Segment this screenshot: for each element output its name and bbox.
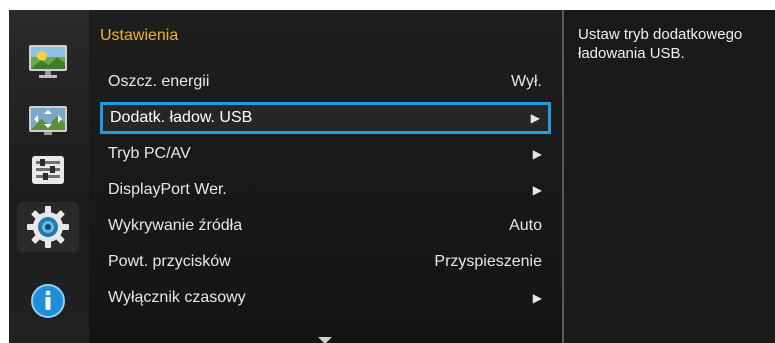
menu-item-label: Oszcz. energii [108,73,210,90]
menu-item-label: Wykrywanie źródła [108,217,243,234]
menu-title: Ustawienia [100,27,179,44]
menu-item-label: Tryb PC/AV [108,145,191,162]
menu-list: Oszcz. energii Wył. Dodatk. ładow. USB ▶… [89,66,562,318]
picture-icon[interactable] [23,40,73,82]
chevron-right-icon: ▶ [532,147,542,161]
menu-item-displayport-ver[interactable]: DisplayPort Wer. ▶ [101,174,550,206]
settings-menu: Ustawienia Oszcz. energii Wył. Dodatk. ł… [89,10,564,343]
menu-item-off-timer[interactable]: Wyłącznik czasowy ▶ [101,282,550,314]
osd-window: Ustawienia Oszcz. energii Wył. Dodatk. ł… [9,10,775,343]
menu-item-power-saving[interactable]: Oszcz. energii Wył. [101,66,550,98]
chevron-right-icon: ▶ [532,291,542,305]
menu-item-value: Auto [509,217,542,234]
menu-item-pc-av-mode[interactable]: Tryb PC/AV ▶ [101,138,550,170]
menu-item-label: Dodatk. ładow. USB [110,109,253,126]
screen-adjust-icon[interactable] [23,100,73,142]
menu-item-value: Przyspieszenie [434,253,542,270]
chevron-right-icon: ▶ [532,183,542,197]
menu-item-label: DisplayPort Wer. [108,181,227,198]
menu-item-value: Wył. [511,73,542,90]
menu-item-usb-super-charging[interactable]: Dodatk. ładow. USB ▶ [100,102,551,134]
scroll-down-icon[interactable] [318,337,332,343]
help-text: Ustaw tryb dodatkowego ładowania USB. [578,26,743,62]
menu-item-label: Wyłącznik czasowy [108,289,246,306]
on-screen-display-icon[interactable] [23,150,73,192]
help-panel: Ustaw tryb dodatkowego ładowania USB. [564,10,775,343]
menu-item-label: Powt. przycisków [108,253,231,270]
menu-item-key-repeat-time[interactable]: Powt. przycisków Przyspieszenie [101,246,550,278]
menu-item-source-detection[interactable]: Wykrywanie źródła Auto [101,210,550,242]
system-settings-icon[interactable] [17,202,79,252]
information-icon[interactable] [23,280,73,322]
chevron-right-icon: ▶ [530,111,540,125]
category-rail [9,10,90,343]
